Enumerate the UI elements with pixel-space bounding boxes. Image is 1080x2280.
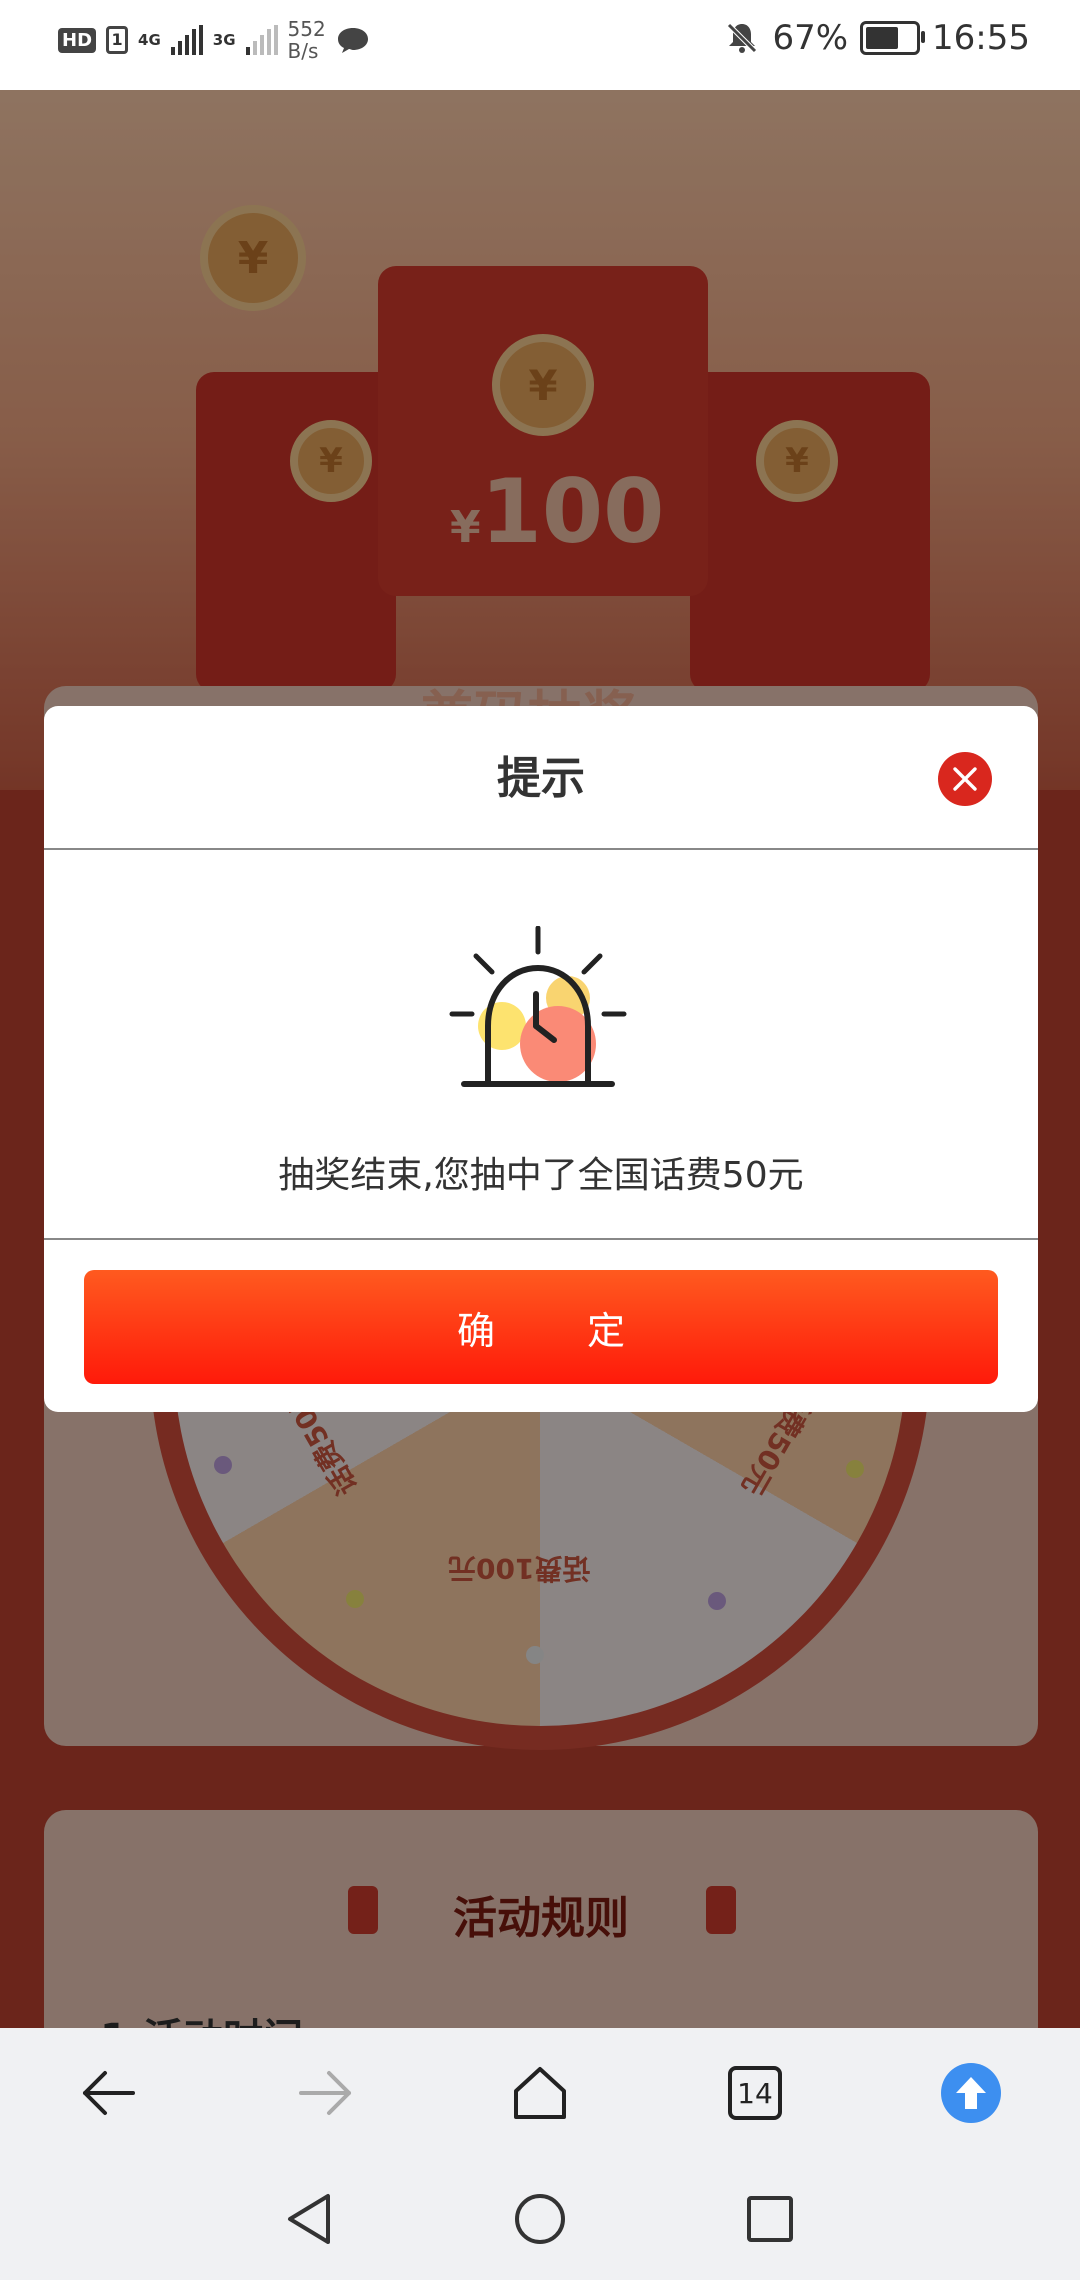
battery-percent: 67% xyxy=(772,18,849,58)
confirm-button[interactable]: 确 定 xyxy=(84,1270,998,1384)
square-recents-icon xyxy=(747,2196,793,2242)
nav-home-button[interactable] xyxy=(507,2186,573,2252)
status-bar: HD 1 4G 3G 552 B/s 67% 16:55 xyxy=(0,0,1080,90)
system-navigation-bar xyxy=(0,2158,1080,2280)
dialog-divider xyxy=(44,848,1038,850)
nav-back-button[interactable] xyxy=(276,2186,342,2252)
alarm-light-icon xyxy=(449,926,627,1087)
arrow-right-icon xyxy=(299,2071,351,2115)
close-button[interactable] xyxy=(938,752,992,806)
network-type-1: 4G xyxy=(138,31,161,49)
forward-button[interactable] xyxy=(290,2058,360,2128)
signal-strength-1-icon xyxy=(170,25,203,55)
hd-voice-badge: HD xyxy=(58,27,97,53)
battery-icon xyxy=(860,21,926,55)
close-icon xyxy=(953,767,977,791)
clock-time: 16:55 xyxy=(932,18,1030,58)
arrow-up-icon xyxy=(956,2077,986,2109)
browser-toolbar: 14 xyxy=(0,2028,1080,2158)
upload-button[interactable] xyxy=(936,2058,1006,2128)
dialog-title: 提示 xyxy=(497,753,585,804)
home-icon xyxy=(514,2067,566,2119)
network-speed-unit: B/s xyxy=(287,39,319,63)
home-button[interactable] xyxy=(505,2058,575,2128)
nav-recents-button[interactable] xyxy=(737,2186,803,2252)
back-button[interactable] xyxy=(74,2058,144,2128)
tabs-button[interactable]: 14 xyxy=(720,2058,790,2128)
tab-count: 14 xyxy=(728,2066,782,2120)
circle-home-icon xyxy=(515,2194,565,2244)
sim-slot-icon: 1 xyxy=(106,26,129,54)
network-speed: 552 B/s xyxy=(288,18,326,62)
triangle-back-icon xyxy=(288,2194,330,2244)
result-dialog: 提示 抽奖结束,您抽中了全国话费50元 确 定 xyxy=(44,706,1038,1412)
dialog-divider xyxy=(44,1238,1038,1240)
signal-strength-2-icon xyxy=(245,25,278,55)
message-notification-icon xyxy=(337,28,368,53)
dialog-message: 抽奖结束,您抽中了全国话费50元 xyxy=(278,1155,804,1196)
arrow-left-icon xyxy=(83,2071,135,2115)
network-type-2: 3G xyxy=(212,31,236,49)
network-speed-value: 552 xyxy=(287,17,326,41)
mute-bell-icon xyxy=(727,23,758,53)
